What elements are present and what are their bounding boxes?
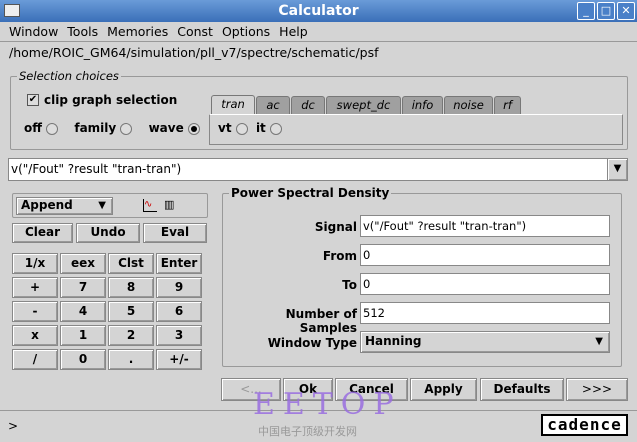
chevron-down-icon: ▼ [595, 336, 603, 347]
menu-tools[interactable]: Tools [67, 22, 98, 42]
menu-bar: Window Tools Memories Const Options Help [0, 22, 637, 42]
vt-radio[interactable]: vt [218, 121, 248, 135]
key-button[interactable]: 7 [60, 277, 106, 298]
key-button[interactable]: Enter [156, 253, 202, 274]
signal-input[interactable]: v("/Fout" ?result "tran-tran") [360, 215, 610, 237]
menu-const[interactable]: Const [177, 22, 213, 42]
results-path: /home/ROIC_GM64/simulation/pll_v7/spectr… [9, 45, 379, 60]
to-label: To [342, 278, 357, 292]
key-button[interactable]: / [12, 349, 58, 370]
undo-button[interactable]: Undo [76, 223, 140, 243]
key-button[interactable]: 9 [156, 277, 202, 298]
mode-radios: off family wave [24, 121, 200, 135]
key-button[interactable]: 0 [60, 349, 106, 370]
table-display-icon[interactable]: ▥ [164, 199, 174, 211]
key-button[interactable]: 3 [156, 325, 202, 346]
signal-label: Signal [314, 220, 357, 234]
menu-memories[interactable]: Memories [107, 22, 168, 42]
title-bar: Calculator [0, 0, 637, 22]
mode-family-radio[interactable]: family [74, 121, 133, 135]
close-icon[interactable]: ✕ [617, 2, 635, 20]
tab-panel: vt it [209, 114, 623, 145]
menu-options[interactable]: Options [222, 22, 270, 42]
mode-wave-label: wave [148, 121, 184, 135]
window-type-dropdown[interactable]: Hanning ▼ [360, 331, 610, 353]
tab-info[interactable]: info [402, 96, 443, 114]
to-input[interactable]: 0 [360, 273, 610, 295]
radio-selected-icon [187, 122, 200, 135]
defaults-button[interactable]: Defaults [480, 378, 564, 401]
tab-rf[interactable]: rf [494, 96, 521, 114]
tab-noise[interactable]: noise [444, 96, 493, 114]
from-input[interactable]: 0 [360, 244, 610, 266]
cadence-logo: cadence [541, 414, 628, 436]
tab-ac[interactable]: ac [256, 96, 290, 114]
watermark: EETOP [253, 387, 402, 422]
cadence-logo-text: cadence [547, 415, 622, 434]
samples-label: Number of Samples [285, 307, 357, 335]
key-button[interactable]: x [12, 325, 58, 346]
more-button[interactable]: >>> [566, 378, 628, 401]
it-label: it [255, 121, 266, 135]
selection-choices-legend: Selection choices [17, 69, 121, 83]
graph-display-icon[interactable]: ∿ [143, 199, 157, 212]
radio-icon [46, 122, 59, 135]
tab-dc[interactable]: dc [291, 96, 325, 114]
key-button[interactable]: +/- [156, 349, 202, 370]
window-type-label: Window Type [267, 336, 357, 350]
watermark-subtitle: 中国电子顶级开发网 [258, 425, 357, 438]
samples-input[interactable]: 512 [360, 302, 610, 324]
mode-family-label: family [74, 121, 117, 135]
mode-off-label: off [24, 121, 42, 135]
key-button[interactable]: 1/x [12, 253, 58, 274]
tab-swept-dc[interactable]: swept_dc [326, 96, 401, 114]
maximize-icon[interactable]: □ [597, 2, 615, 20]
key-button[interactable]: eex [60, 253, 106, 274]
radio-icon [235, 122, 248, 135]
key-button[interactable]: 1 [60, 325, 106, 346]
key-button[interactable]: 5 [108, 301, 154, 322]
append-mode-value: Append [21, 198, 73, 212]
mode-wave-radio[interactable]: wave [149, 121, 200, 135]
key-button[interactable]: . [108, 349, 154, 370]
chevron-down-icon: ▼ [98, 200, 106, 211]
key-button[interactable]: 6 [156, 301, 202, 322]
key-button[interactable]: 8 [108, 277, 154, 298]
append-mode-dropdown[interactable]: Append ▼ [16, 197, 113, 215]
window-menu-icon[interactable] [4, 4, 20, 17]
eval-button[interactable]: Eval [143, 223, 207, 243]
clip-graph-checkbox[interactable]: ✔ [27, 94, 39, 106]
clip-graph-label: clip graph selection [44, 93, 178, 107]
key-button[interactable]: + [12, 277, 58, 298]
clear-button[interactable]: Clear [12, 223, 73, 243]
radio-icon [269, 122, 282, 135]
window-title: Calculator [278, 3, 359, 19]
vt-label: vt [218, 121, 232, 135]
key-button[interactable]: 4 [60, 301, 106, 322]
psd-legend: Power Spectral Density [229, 186, 392, 200]
from-label: From [322, 249, 357, 263]
menu-help[interactable]: Help [279, 22, 308, 42]
menu-window[interactable]: Window [9, 22, 58, 42]
mode-off-radio[interactable]: off [24, 121, 59, 135]
window-type-value: Hanning [365, 334, 422, 348]
expression-history-dropdown[interactable]: ▼ [607, 158, 628, 181]
apply-button[interactable]: Apply [410, 378, 477, 401]
key-button[interactable]: - [12, 301, 58, 322]
it-radio[interactable]: it [256, 121, 282, 135]
status-prompt: > [8, 419, 19, 433]
radio-icon [120, 122, 133, 135]
tab-tran[interactable]: tran [211, 95, 255, 114]
key-button[interactable]: 2 [108, 325, 154, 346]
minimize-icon[interactable]: _ [577, 2, 595, 20]
key-button[interactable]: Clst [108, 253, 154, 274]
expression-input[interactable]: v("/Fout" ?result "tran-tran") [8, 158, 608, 181]
